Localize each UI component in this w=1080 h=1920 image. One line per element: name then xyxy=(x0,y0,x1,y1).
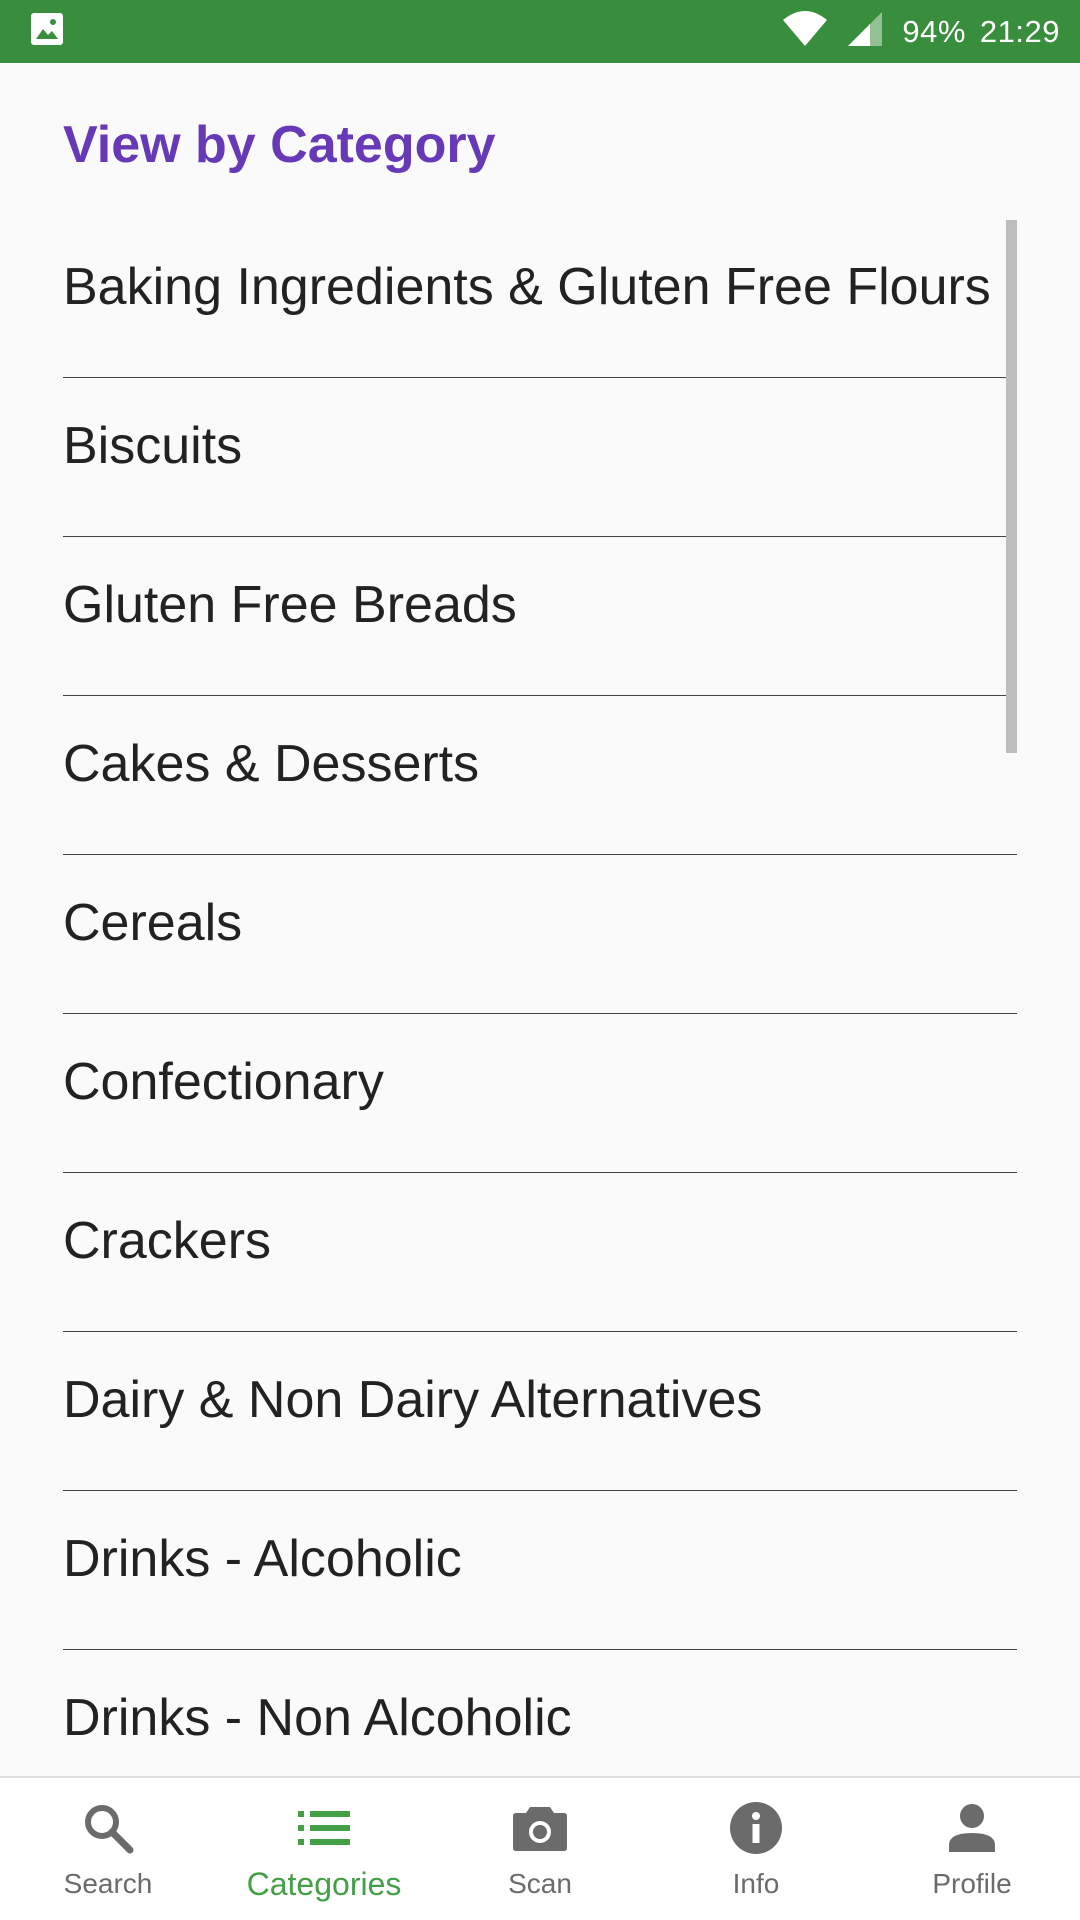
category-screen: View by Category Baking Ingredients & Gl… xyxy=(0,63,1080,1776)
nav-label-search: Search xyxy=(63,1868,153,1899)
category-item[interactable]: Cereals xyxy=(63,855,1017,1014)
nav-label-scan: Scan xyxy=(508,1868,572,1899)
nav-search[interactable]: Search xyxy=(0,1778,216,1920)
category-item[interactable]: Biscuits xyxy=(63,378,1017,537)
status-right: 94% 21:29 xyxy=(782,10,1060,53)
image-notification-icon xyxy=(30,12,64,51)
nav-label-info: Info xyxy=(732,1868,780,1899)
page-title: View by Category xyxy=(63,116,496,174)
nav-label-categories: Categories xyxy=(246,1866,402,1902)
category-label: Confectionary xyxy=(63,1053,384,1111)
category-label: Cereals xyxy=(63,894,243,952)
category-item[interactable]: Dairy & Non Dairy Alternatives xyxy=(63,1332,1017,1491)
person-icon xyxy=(944,1800,1000,1856)
scrollbar[interactable] xyxy=(1006,220,1017,753)
wifi-icon xyxy=(782,10,828,53)
category-label: Biscuits xyxy=(63,417,243,475)
status-bar: 94% 21:29 xyxy=(0,0,1080,63)
battery-percentage: 94% xyxy=(902,13,966,49)
category-label: Cakes & Desserts xyxy=(63,735,480,793)
category-label: Dairy & Non Dairy Alternatives xyxy=(63,1371,763,1429)
category-item[interactable]: Crackers xyxy=(63,1173,1017,1332)
status-clock: 21:29 xyxy=(979,13,1060,49)
category-item[interactable]: Gluten Free Breads xyxy=(63,537,1017,696)
category-label: Baking Ingredients & Gluten Free Flours xyxy=(63,258,991,316)
nav-info[interactable]: Info xyxy=(648,1778,864,1920)
category-label: Gluten Free Breads xyxy=(63,576,517,634)
category-list: Baking Ingredients & Gluten Free Flours … xyxy=(63,219,1017,1776)
info-icon xyxy=(728,1800,784,1856)
category-item[interactable]: Confectionary xyxy=(63,1014,1017,1173)
camera-icon xyxy=(512,1800,568,1856)
category-label: Drinks - Alcoholic xyxy=(63,1530,462,1588)
category-label: Crackers xyxy=(63,1212,272,1270)
bottom-navigation: Search Categories Scan Info Profile xyxy=(0,1776,1080,1920)
search-icon xyxy=(80,1800,136,1856)
category-item[interactable]: Cakes & Desserts xyxy=(63,696,1017,855)
status-left xyxy=(30,12,64,51)
nav-scan[interactable]: Scan xyxy=(432,1778,648,1920)
nav-label-profile: Profile xyxy=(932,1868,1012,1899)
nav-categories[interactable]: Categories xyxy=(216,1778,432,1920)
category-item[interactable]: Drinks - Alcoholic xyxy=(63,1491,1017,1650)
category-item[interactable]: Drinks - Non Alcoholic xyxy=(63,1650,1017,1776)
category-item[interactable]: Baking Ingredients & Gluten Free Flours xyxy=(63,219,1017,378)
nav-profile[interactable]: Profile xyxy=(864,1778,1080,1920)
signal-icon xyxy=(846,10,884,53)
list-icon xyxy=(296,1800,352,1856)
category-label: Drinks - Non Alcoholic xyxy=(63,1689,572,1747)
